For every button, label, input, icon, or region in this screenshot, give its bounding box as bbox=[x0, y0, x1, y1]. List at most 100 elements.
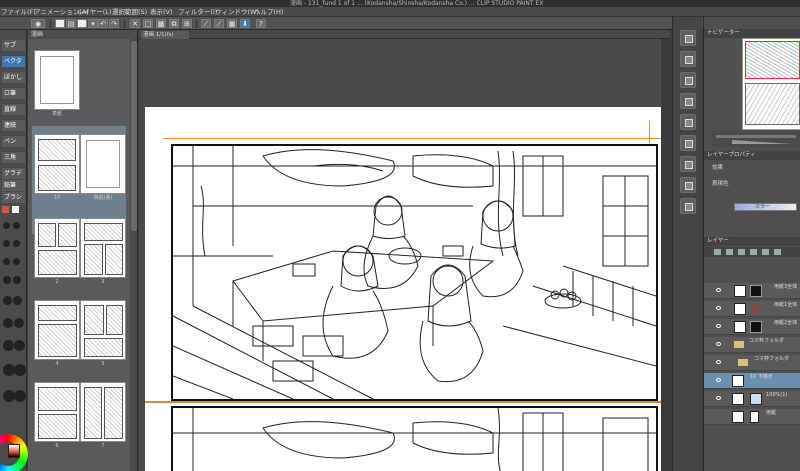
help-icon[interactable]: ? bbox=[256, 19, 266, 28]
page-thumbnail[interactable]: 4 bbox=[34, 300, 80, 367]
color-set-icon[interactable] bbox=[680, 114, 696, 130]
brush-size-icon[interactable] bbox=[3, 296, 12, 305]
tool-vector[interactable]: ベクタ bbox=[2, 56, 25, 67]
scroll-thumb[interactable] bbox=[131, 41, 137, 231]
transform-icon[interactable]: □ bbox=[143, 19, 153, 28]
expression-color-select[interactable]: カラー bbox=[734, 203, 797, 211]
navigator-preview[interactable] bbox=[742, 38, 800, 130]
layer-row-selected[interactable]: 1P 下描き bbox=[704, 373, 800, 389]
material-icon[interactable] bbox=[680, 177, 696, 193]
brush-size-icon[interactable] bbox=[14, 390, 26, 402]
visibility-icon[interactable] bbox=[716, 360, 721, 364]
trash-icon[interactable] bbox=[774, 249, 781, 255]
menu-view[interactable]: 表示(V) bbox=[150, 7, 173, 17]
canvas-paper[interactable] bbox=[145, 107, 670, 471]
page-manager-scrollbar[interactable] bbox=[130, 39, 137, 471]
page-thumbnail[interactable]: 5 bbox=[80, 300, 126, 367]
visibility-icon[interactable] bbox=[716, 396, 721, 400]
open-file-icon[interactable]: ▤ bbox=[66, 19, 76, 28]
manga-panel-illustration[interactable] bbox=[171, 406, 658, 471]
undo-icon[interactable]: ↶ bbox=[98, 19, 108, 28]
layer-property-tab[interactable]: レイヤープロパティ bbox=[704, 151, 800, 160]
menu-window[interactable]: ウィンドウ(W) bbox=[215, 7, 259, 17]
snap-ruler-icon[interactable]: ⟋ bbox=[201, 19, 211, 28]
history-icon[interactable] bbox=[680, 156, 696, 172]
color-swatch[interactable] bbox=[2, 206, 9, 213]
menu-layer[interactable]: レイヤー(L) bbox=[77, 7, 112, 17]
dropdown-icon[interactable]: ▾ bbox=[88, 19, 98, 28]
page-thumbnail[interactable]: 6 bbox=[34, 382, 80, 449]
tool-triangle[interactable]: 三角 bbox=[2, 152, 25, 163]
page-thumbnail[interactable]: 表紙(裏) bbox=[80, 134, 126, 201]
brush-size-icon[interactable] bbox=[3, 318, 13, 328]
redo-icon[interactable]: ↷ bbox=[109, 19, 119, 28]
brush-size-icon[interactable] bbox=[13, 222, 20, 229]
tool-property-icon[interactable] bbox=[680, 51, 696, 67]
tool-airbrush[interactable]: ブラシ bbox=[2, 192, 25, 203]
tool-blur[interactable]: ぼかし bbox=[2, 72, 25, 83]
brush-size-icon[interactable] bbox=[14, 364, 26, 376]
save-icon[interactable] bbox=[77, 19, 87, 28]
tool-pen[interactable]: ペン bbox=[2, 136, 25, 147]
new-vector-icon[interactable] bbox=[726, 249, 733, 255]
mask-icon[interactable] bbox=[750, 249, 757, 255]
brush-size-icon[interactable] bbox=[3, 222, 10, 229]
layer-row[interactable]: 用紙2全体 bbox=[704, 319, 800, 335]
color-wheel-panel-icon[interactable] bbox=[680, 93, 696, 109]
intermediate-color-icon[interactable] bbox=[680, 135, 696, 151]
page-manager-tab[interactable]: 漫画 bbox=[28, 30, 137, 39]
brush-size-icon[interactable] bbox=[14, 340, 25, 351]
search-icon[interactable] bbox=[680, 198, 696, 214]
brush-size-icon[interactable] bbox=[13, 276, 21, 284]
menu-selection[interactable]: 選択範囲(S) bbox=[112, 7, 147, 17]
snap-grid-icon[interactable]: ▦ bbox=[227, 19, 237, 28]
brush-size-icon[interactable] bbox=[3, 240, 10, 247]
zoom-slider[interactable] bbox=[716, 135, 796, 138]
tool-brush[interactable]: ロ筆 bbox=[2, 88, 25, 99]
visibility-icon[interactable] bbox=[716, 324, 721, 328]
page-thumbnail[interactable]: 1P bbox=[34, 134, 80, 201]
brush-size-icon[interactable] bbox=[13, 240, 20, 247]
canvas-scrollbar[interactable] bbox=[661, 39, 670, 471]
tool-sub[interactable]: サブ bbox=[2, 40, 25, 51]
clip-icon[interactable] bbox=[762, 249, 769, 255]
manga-panel-illustration[interactable] bbox=[171, 144, 658, 401]
brush-size-icon[interactable] bbox=[13, 258, 20, 265]
layer-tab[interactable]: レイヤー bbox=[704, 237, 800, 246]
clip-studio-icon[interactable]: ◉ bbox=[31, 19, 45, 28]
canvas-tab[interactable]: 漫画 1/1(fs) bbox=[141, 31, 189, 39]
new-layer-icon[interactable] bbox=[714, 249, 721, 255]
brush-size-icon[interactable] bbox=[14, 318, 24, 328]
color-picker-square[interactable] bbox=[8, 444, 20, 458]
layer-row[interactable]: 用紙3全体 bbox=[704, 283, 800, 299]
page-thumbnail[interactable]: 3 bbox=[80, 218, 126, 285]
layer-row[interactable]: コマ枠フォルダ bbox=[704, 355, 800, 371]
brush-size-icon[interactable] bbox=[13, 296, 22, 305]
layer-row[interactable]: 用紙 bbox=[704, 409, 800, 425]
layer-row[interactable]: 100%(1) bbox=[704, 391, 800, 407]
tool-continuous[interactable]: 連続 bbox=[2, 120, 25, 131]
layer-row[interactable]: 用紙1全体 bbox=[704, 301, 800, 317]
new-file-icon[interactable] bbox=[55, 19, 65, 28]
brush-size-icon[interactable] bbox=[3, 258, 10, 265]
brush-size-icon[interactable] bbox=[3, 276, 11, 284]
brush-size-icon[interactable] bbox=[3, 340, 14, 351]
navigator-zoom-control[interactable] bbox=[712, 131, 800, 147]
new-folder-icon[interactable] bbox=[738, 249, 745, 255]
clear-icon[interactable]: ✕ bbox=[130, 19, 140, 28]
visibility-icon[interactable] bbox=[716, 378, 721, 382]
menu-help[interactable]: ヘルプ(H) bbox=[254, 7, 283, 17]
menu-file[interactable]: ファイル(F) bbox=[1, 7, 36, 17]
invert-icon[interactable]: ▩ bbox=[156, 19, 166, 28]
tool-line[interactable]: 直線 bbox=[2, 104, 25, 115]
rotate-slider[interactable] bbox=[732, 140, 792, 144]
layer-row[interactable]: コマ枠フォルダ bbox=[704, 337, 800, 353]
tool-pencil[interactable]: 鉛筆 bbox=[2, 180, 25, 191]
selection-icon[interactable]: ⧉ bbox=[169, 19, 179, 28]
brush-size-panel-icon[interactable] bbox=[680, 72, 696, 88]
visibility-icon[interactable] bbox=[716, 288, 721, 292]
visibility-icon[interactable] bbox=[716, 342, 721, 346]
sub-tool-icon[interactable] bbox=[680, 30, 696, 46]
page-thumbnail[interactable]: 7 bbox=[80, 382, 126, 449]
pen-pressure-icon[interactable]: ⬇ bbox=[240, 19, 250, 28]
